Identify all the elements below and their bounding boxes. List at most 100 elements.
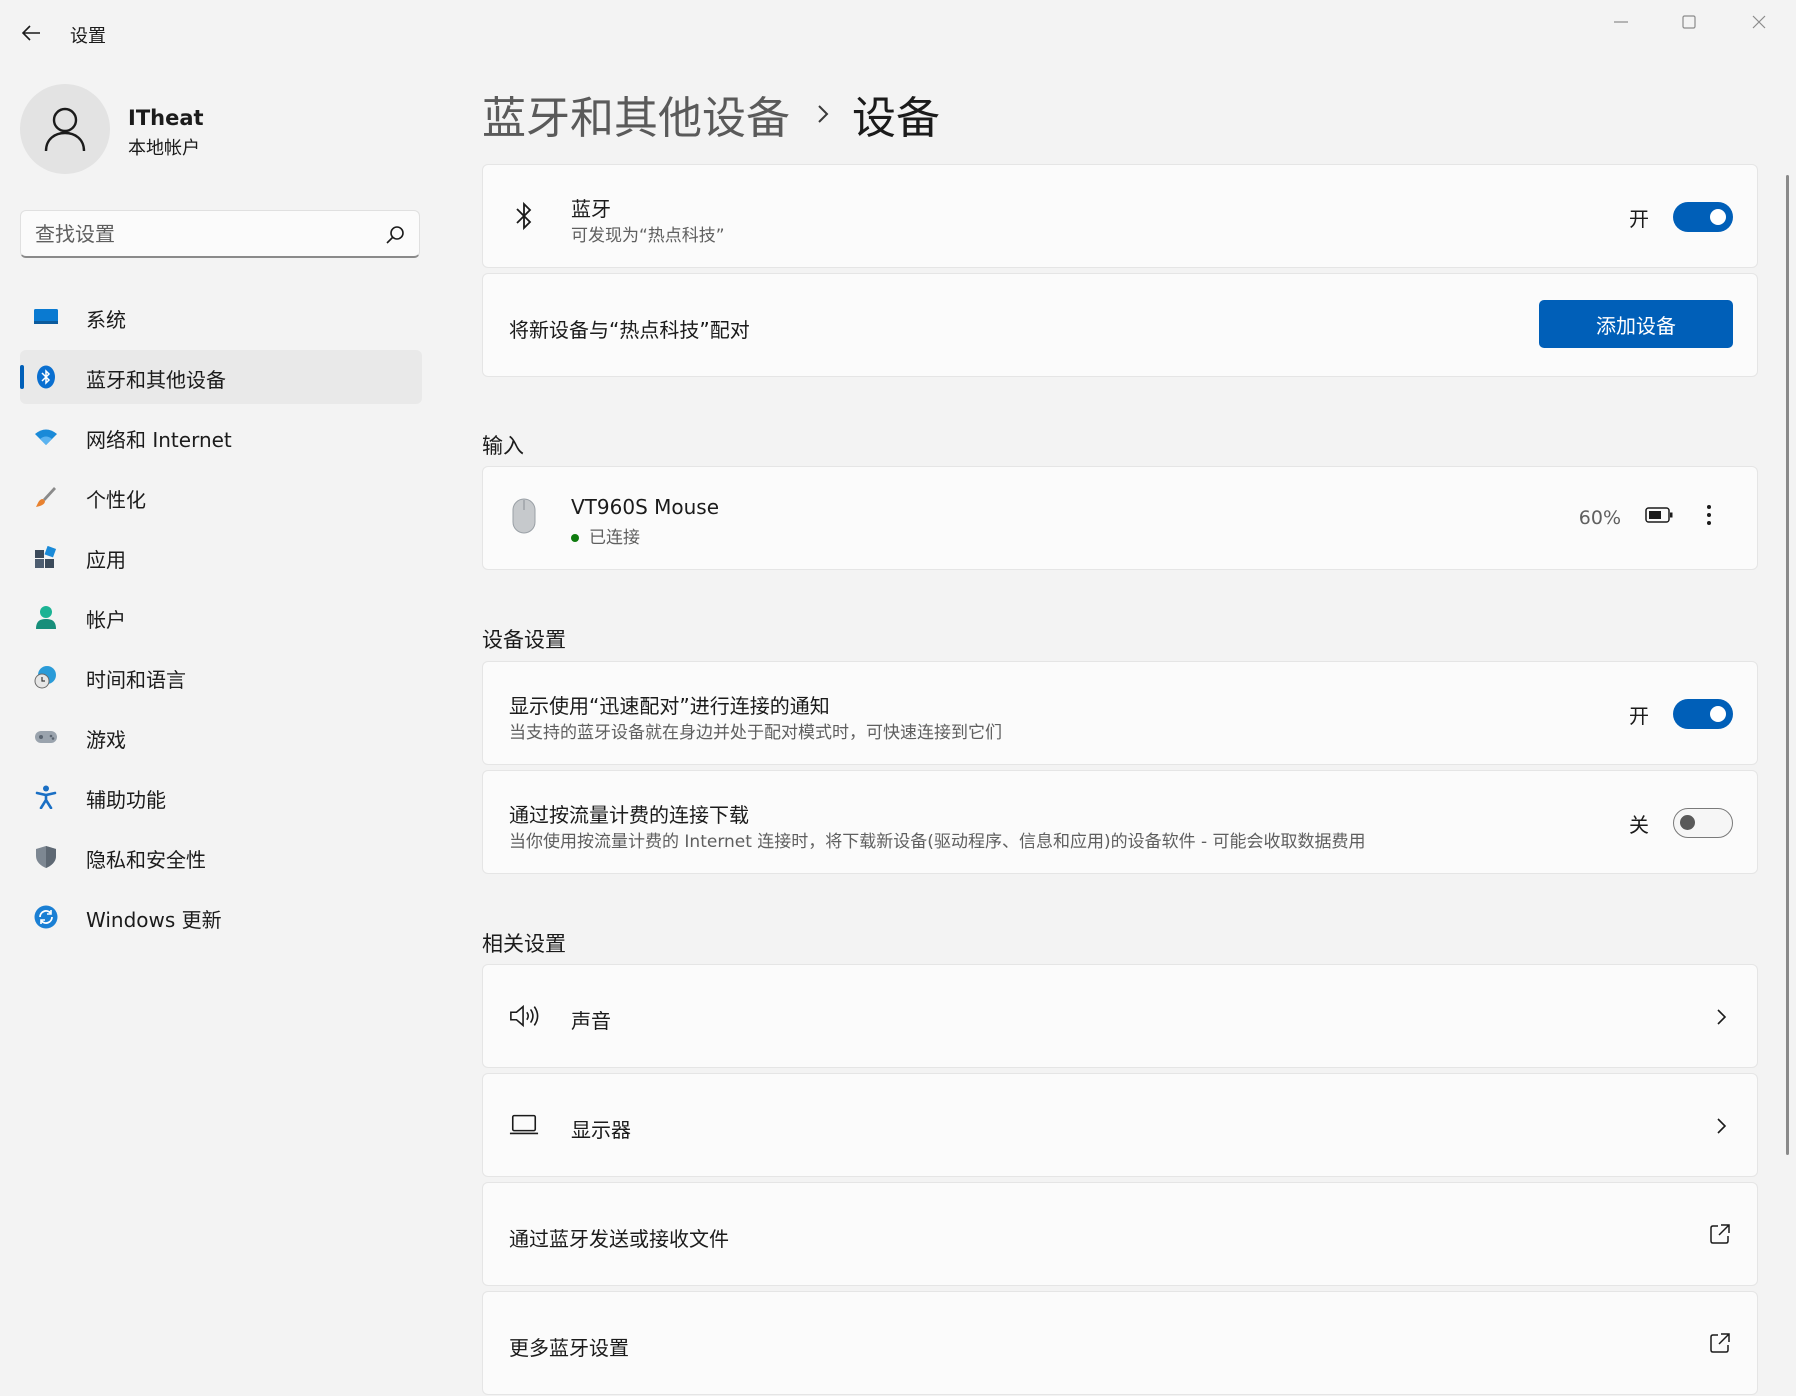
chevron-right-icon (1717, 1009, 1727, 1025)
title-bar: 设置 (0, 0, 1796, 64)
battery-icon (1645, 507, 1673, 523)
account-type: 本地帐户 (128, 138, 200, 159)
close-button[interactable] (1726, 0, 1792, 44)
related-item-label: 通过蓝牙发送或接收文件 (509, 1227, 729, 1251)
gamepad-icon (34, 725, 58, 749)
sidebar-item-privacy[interactable]: 隐私和安全性 (20, 830, 422, 884)
swift-pair-card: 显示使用“迅速配对”进行连接的通知 当支持的蓝牙设备就在身边并处于配对模式时，可… (482, 661, 1758, 765)
device-status-text: 已连接 (589, 528, 640, 548)
user-name: ITheat (128, 106, 204, 130)
page-title: 设备 (852, 93, 940, 144)
swift-pair-toggle[interactable] (1673, 699, 1733, 729)
related-item-label: 显示器 (571, 1118, 631, 1142)
search-icon[interactable] (383, 223, 407, 247)
sidebar-item-apps[interactable]: 应用 (20, 530, 422, 584)
avatar (20, 84, 110, 174)
minimize-button[interactable] (1588, 0, 1654, 44)
related-item-display[interactable]: 显示器 (482, 1073, 1758, 1177)
sidebar-item-label: 个性化 (86, 488, 146, 512)
mouse-icon (509, 498, 539, 534)
bluetooth-outline-icon (509, 201, 539, 231)
sidebar-item-label: 隐私和安全性 (86, 848, 206, 872)
add-device-button[interactable]: 添加设备 (1539, 300, 1733, 348)
sidebar-item-network[interactable]: 网络和 Internet (20, 410, 422, 464)
sidebar-item-label: 辅助功能 (86, 788, 166, 812)
metered-subtitle: 当你使用按流量计费的 Internet 连接时，将下载新设备(驱动程序、信息和应… (509, 832, 1366, 852)
settings-window: 设置 ITheat 本地帐户 查找设置 系统 蓝牙和其他设备 网络和 Inter… (0, 0, 1796, 1396)
shield-icon (34, 845, 58, 869)
battery-percentage: 60% (1578, 507, 1621, 529)
related-item-bluetooth-file-transfer[interactable]: 通过蓝牙发送或接收文件 (482, 1182, 1758, 1286)
open-external-icon (1710, 1224, 1730, 1244)
sidebar-item-bluetooth[interactable]: 蓝牙和其他设备 (20, 350, 422, 404)
search-box[interactable] (20, 210, 420, 258)
wifi-icon (34, 425, 58, 449)
bluetooth-state-label: 开 (1629, 207, 1649, 231)
sidebar-item-personalization[interactable]: 个性化 (20, 470, 422, 524)
metered-toggle[interactable] (1673, 808, 1733, 838)
sidebar-item-label: 帐户 (86, 608, 126, 632)
account-icon (34, 605, 58, 629)
sidebar-item-label: 系统 (86, 308, 126, 332)
bluetooth-icon (34, 365, 58, 389)
speaker-icon (509, 1001, 539, 1031)
sidebar-item-label: 应用 (86, 548, 126, 572)
breadcrumb: 蓝牙和其他设备 设备 (482, 82, 940, 146)
bluetooth-card: 蓝牙 可发现为“热点科技” 开 (482, 164, 1758, 268)
accessibility-icon (34, 785, 58, 809)
bluetooth-subtitle: 可发现为“热点科技” (571, 226, 725, 246)
sidebar-item-label: 游戏 (86, 728, 126, 752)
section-title-related: 相关设置 (482, 932, 566, 956)
bluetooth-toggle[interactable] (1673, 202, 1733, 232)
sidebar-item-label: 网络和 Internet (86, 428, 232, 452)
sidebar-item-time-language[interactable]: 时间和语言 (20, 650, 422, 704)
sidebar-item-windows-update[interactable]: Windows 更新 (20, 890, 422, 944)
laptop-icon (509, 1110, 539, 1140)
related-item-sound[interactable]: 声音 (482, 964, 1758, 1068)
minimize-icon (1614, 21, 1628, 23)
sidebar-item-label: 时间和语言 (86, 668, 186, 692)
update-icon (34, 905, 58, 929)
metered-download-card: 通过按流量计费的连接下载 当你使用按流量计费的 Internet 连接时，将下载… (482, 770, 1758, 874)
related-item-more-bluetooth-settings[interactable]: 更多蓝牙设置 (482, 1291, 1758, 1395)
swift-pair-state-label: 开 (1629, 704, 1649, 728)
swift-pair-title: 显示使用“迅速配对”进行连接的通知 (509, 694, 830, 718)
sidebar-item-label: Windows 更新 (86, 908, 222, 932)
maximize-button[interactable] (1656, 0, 1722, 44)
chevron-right-icon (816, 103, 830, 125)
device-status: 已连接 (571, 523, 640, 548)
system-icon (34, 305, 58, 329)
metered-title: 通过按流量计费的连接下载 (509, 803, 749, 827)
pair-label: 将新设备与“热点科技”配对 (509, 318, 750, 342)
device-card-mouse[interactable]: VT960S Mouse 已连接 60% (482, 466, 1758, 570)
maximize-icon (1682, 15, 1696, 29)
close-icon (1752, 15, 1766, 29)
swift-pair-subtitle: 当支持的蓝牙设备就在身边并处于配对模式时，可快速连接到它们 (509, 723, 1002, 743)
section-title-input: 输入 (482, 434, 524, 458)
app-title: 设置 (70, 26, 106, 47)
chevron-right-icon (1717, 1118, 1727, 1134)
sidebar-item-accessibility[interactable]: 辅助功能 (20, 770, 422, 824)
sidebar-item-gaming[interactable]: 游戏 (20, 710, 422, 764)
section-title-device-settings: 设备设置 (482, 628, 566, 652)
connected-dot (571, 534, 579, 542)
globe-clock-icon (34, 665, 58, 689)
related-item-label: 声音 (571, 1009, 611, 1033)
brush-icon (34, 485, 58, 509)
breadcrumb-parent[interactable]: 蓝牙和其他设备 (482, 82, 790, 146)
metered-state-label: 关 (1629, 813, 1649, 837)
sidebar-item-accounts[interactable]: 帐户 (20, 590, 422, 644)
pair-device-card: 将新设备与“热点科技”配对 添加设备 (482, 273, 1758, 377)
more-options-button[interactable] (1697, 503, 1721, 527)
sidebar-item-label: 蓝牙和其他设备 (86, 368, 226, 392)
device-name: VT960S Mouse (571, 495, 720, 519)
back-button[interactable] (14, 18, 48, 48)
nav-list: 系统 蓝牙和其他设备 网络和 Internet 个性化 应用 帐户 时间和语言 … (20, 290, 422, 950)
vertical-scrollbar[interactable] (1786, 175, 1789, 1155)
search-input[interactable] (35, 219, 365, 249)
back-arrow-icon (21, 25, 40, 41)
user-profile[interactable]: ITheat 本地帐户 (20, 84, 420, 176)
sidebar-item-system[interactable]: 系统 (20, 290, 422, 344)
sidebar: ITheat 本地帐户 系统 蓝牙和其他设备 (0, 64, 440, 1396)
apps-icon (34, 545, 58, 569)
